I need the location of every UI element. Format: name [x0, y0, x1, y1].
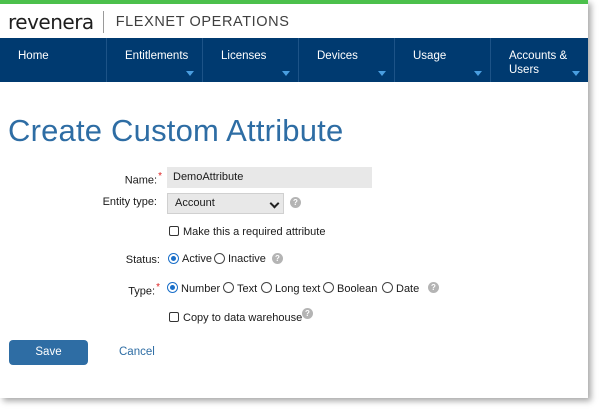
top-accent-bar — [0, 0, 588, 4]
entity-type-label: Entity type: — [102, 196, 157, 208]
chevron-down-icon — [572, 71, 580, 76]
status-active-radio[interactable] — [168, 253, 179, 264]
revenera-logo[interactable]: revenera — [8, 10, 94, 34]
required-attribute-label: Make this a required attribute — [183, 226, 326, 238]
name-input[interactable]: DemoAttribute — [167, 167, 372, 188]
nav-item-devices[interactable]: Devices — [298, 38, 394, 82]
chevron-down-icon — [378, 71, 386, 76]
type-number-label: Number — [181, 283, 221, 295]
entity-type-value: Account — [175, 197, 215, 209]
required-marker: * — [156, 282, 160, 293]
chevron-down-icon — [474, 71, 482, 76]
type-date-radio[interactable] — [382, 282, 393, 293]
brand-divider — [102, 11, 104, 33]
help-icon[interactable]: ? — [302, 308, 313, 319]
type-label-text: Type: — [128, 285, 156, 298]
main-nav: Home Entitlements Licenses Devices Usage… — [0, 38, 588, 82]
help-icon[interactable]: ? — [272, 253, 283, 264]
type-long-text-radio[interactable] — [261, 282, 272, 293]
status-inactive-label: Inactive — [228, 253, 266, 265]
type-number-radio[interactable] — [167, 282, 178, 293]
status-label: Status: — [125, 254, 160, 266]
nav-item-label: Licenses — [221, 50, 267, 62]
app-window: revenera FLEXNET OPERATIONS Home Entitle… — [0, 0, 588, 398]
nav-item-label: Accounts & Users — [509, 50, 568, 76]
cancel-link[interactable]: Cancel — [119, 346, 155, 358]
nav-item-home[interactable]: Home — [0, 38, 106, 82]
nav-item-licenses[interactable]: Licenses — [202, 38, 298, 82]
entity-type-select[interactable]: Account — [167, 193, 284, 214]
chevron-down-icon — [186, 71, 194, 76]
type-date-label: Date — [396, 283, 420, 295]
status-active-label: Active — [182, 253, 212, 265]
help-icon[interactable]: ? — [290, 197, 301, 208]
type-label: Type:* — [80, 282, 160, 298]
chevron-down-icon — [269, 198, 280, 209]
type-boolean-label: Boolean — [337, 283, 378, 295]
nav-item-label: Usage — [413, 50, 447, 62]
type-text-radio[interactable] — [223, 282, 234, 293]
nav-item-label: Home — [18, 50, 49, 62]
save-button[interactable]: Save — [9, 340, 88, 365]
status-inactive-radio[interactable] — [214, 253, 225, 264]
chevron-down-icon — [282, 71, 290, 76]
type-text-label: Text — [237, 283, 258, 295]
nav-item-label: Devices — [317, 50, 358, 62]
nav-item-usage[interactable]: Usage — [394, 38, 490, 82]
nav-item-label: Entitlements — [125, 50, 189, 62]
brand-header: revenera FLEXNET OPERATIONS — [8, 7, 290, 37]
required-marker: * — [158, 171, 162, 182]
data-warehouse-label: Copy to data warehouse — [183, 312, 303, 324]
data-warehouse-checkbox[interactable] — [169, 312, 179, 322]
page-title: Create Custom Attribute — [8, 113, 344, 148]
nav-item-accounts-users[interactable]: Accounts & Users — [490, 38, 588, 82]
type-long-text-label: Long text — [275, 283, 321, 295]
type-boolean-radio[interactable] — [323, 282, 334, 293]
nav-item-entitlements[interactable]: Entitlements — [106, 38, 202, 82]
product-name: FLEXNET OPERATIONS — [115, 14, 290, 30]
name-label: Name:* — [80, 171, 162, 187]
required-attribute-checkbox[interactable] — [169, 226, 179, 236]
name-label-text: Name: — [124, 174, 158, 187]
help-icon[interactable]: ? — [428, 282, 439, 293]
